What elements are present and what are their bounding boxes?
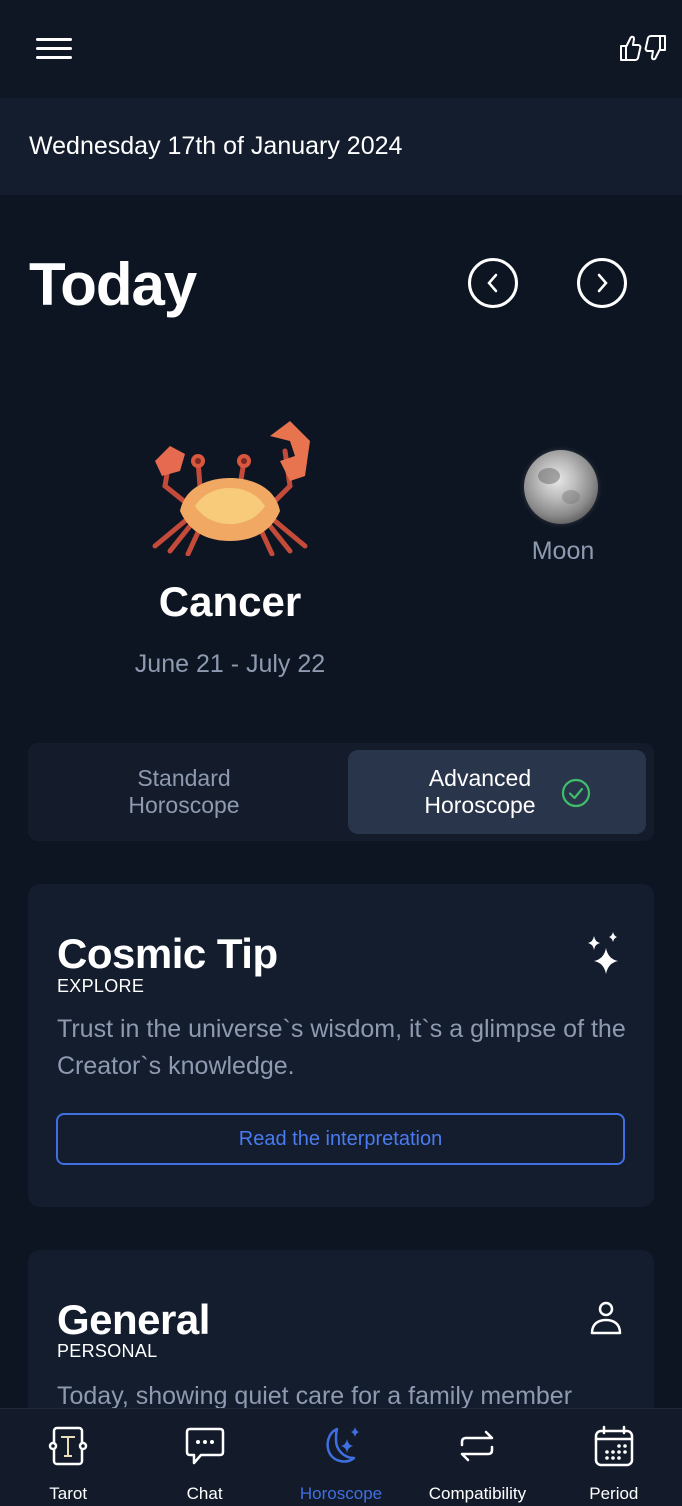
- ruling-planet-label: Moon: [531, 537, 595, 565]
- nav-tab-compatibility[interactable]: Compatibility: [409, 1409, 545, 1506]
- card-subtitle: EXPLORE: [57, 976, 145, 996]
- chevron-left-icon: [487, 273, 498, 293]
- sparkles-icon: [588, 932, 618, 974]
- card-title: General: [57, 1296, 210, 1343]
- standard-horoscope-option[interactable]: Standard Horoscope: [36, 750, 332, 834]
- chat-bubble-icon: [185, 1427, 224, 1465]
- moon-image: [524, 450, 598, 524]
- option-label-line2: Horoscope: [424, 792, 536, 818]
- option-label-line1: Advanced: [428, 765, 532, 791]
- nav-label: Compatibility: [428, 1484, 527, 1503]
- nav-tab-chat[interactable]: Chat: [136, 1409, 272, 1506]
- horoscope-screen: Wednesday 17th of January 2024 Today Can…: [0, 0, 682, 1506]
- nav-label: Horoscope: [299, 1484, 383, 1503]
- cosmic-tip-card: Cosmic Tip EXPLORE Trust in the universe…: [28, 884, 654, 1207]
- chevron-right-icon: [597, 273, 608, 293]
- option-label-line1: Standard: [137, 765, 231, 791]
- nav-tab-horoscope[interactable]: Horoscope: [273, 1409, 409, 1506]
- nav-label: Chat: [186, 1484, 223, 1503]
- sign-date-range: June 21 - July 22: [134, 650, 326, 678]
- thumbs-up-icon[interactable]: [618, 32, 642, 64]
- thumbs-down-icon[interactable]: [644, 32, 668, 64]
- date-bar: Wednesday 17th of January 2024: [0, 98, 682, 195]
- current-date: Wednesday 17th of January 2024: [29, 132, 403, 160]
- swap-arrows-icon: [461, 1430, 494, 1462]
- page-title: Today: [29, 251, 197, 318]
- hamburger-menu-icon[interactable]: [36, 38, 72, 62]
- horoscope-type-toggle: Standard Horoscope Advanced Horoscope: [28, 743, 654, 841]
- option-label-line2: Horoscope: [128, 792, 240, 818]
- crab-image: [152, 421, 310, 556]
- nav-tab-tarot[interactable]: Tarot: [0, 1409, 136, 1506]
- read-interpretation-button[interactable]: Read the interpretation: [56, 1113, 625, 1165]
- tarot-card-icon: [48, 1426, 88, 1466]
- previous-day-button[interactable]: [468, 258, 518, 308]
- bottom-navigation: Tarot Chat Horoscope Compatibility Perio…: [0, 1408, 682, 1506]
- person-icon: [590, 1301, 622, 1335]
- top-bar: [0, 0, 682, 98]
- card-title: Cosmic Tip: [57, 930, 278, 977]
- next-day-button[interactable]: [577, 258, 627, 308]
- card-subtitle: PERSONAL: [57, 1341, 158, 1361]
- feedback-buttons: [618, 32, 668, 64]
- card-text: Trust in the universe`s wisdom, it`s a g…: [57, 1015, 626, 1080]
- sign-name: Cancer: [158, 578, 302, 625]
- moon-stars-icon: [326, 1427, 360, 1463]
- check-circle-icon: [561, 778, 591, 808]
- nav-label: Period: [589, 1484, 639, 1503]
- nav-tab-period[interactable]: Period: [546, 1409, 682, 1506]
- calendar-icon: [594, 1425, 634, 1467]
- nav-label: Tarot: [49, 1484, 88, 1503]
- advanced-horoscope-option[interactable]: Advanced Horoscope: [348, 750, 646, 834]
